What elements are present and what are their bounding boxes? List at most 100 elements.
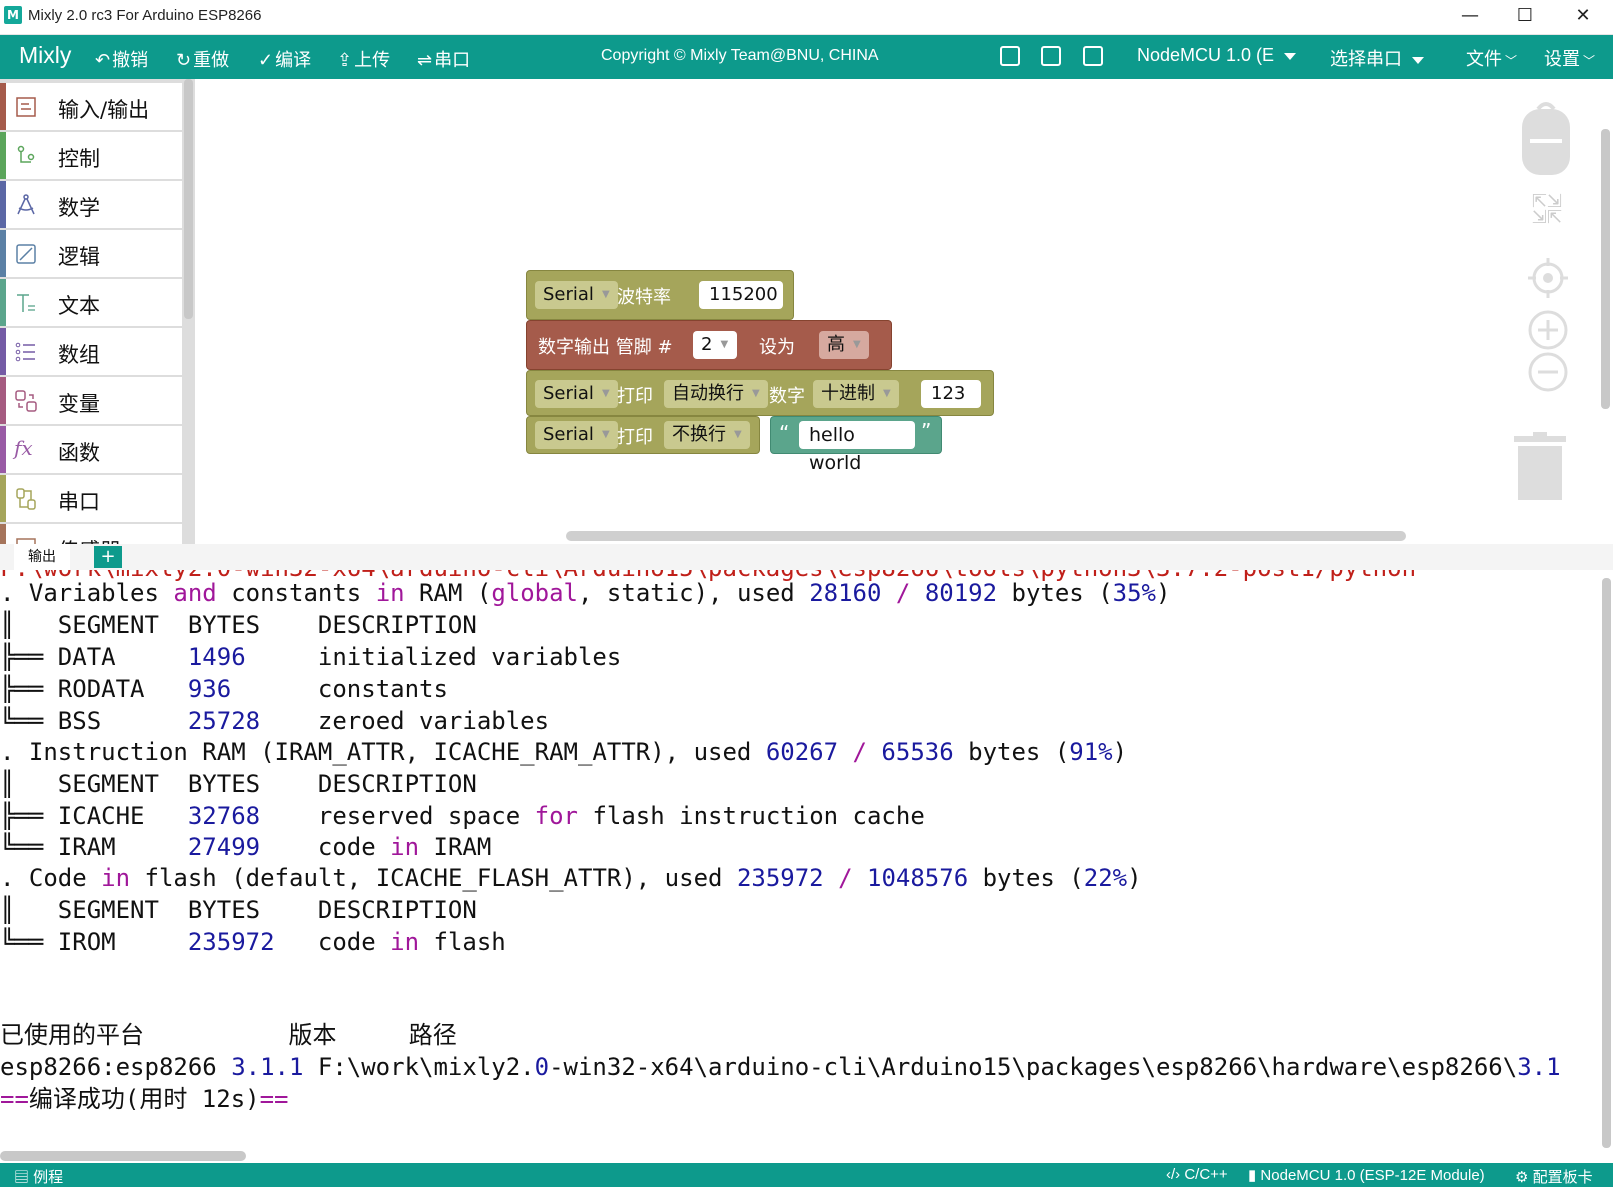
category-io[interactable]: 输入/输出 — [0, 83, 182, 130]
config-board-button[interactable]: ⚙ 配置板卡 — [1515, 1166, 1593, 1187]
port-select[interactable]: 选择串口 — [1330, 45, 1424, 71]
category-array[interactable]: 数组 — [0, 328, 182, 375]
serial-print-block[interactable]: Serial ▼ 打印 不换行 ▼ — [526, 416, 760, 454]
dropdown-arrow-icon: ▼ — [883, 388, 891, 399]
file-menu-label: 文件 — [1466, 49, 1502, 69]
output-tab-bar: 输出 + — [0, 544, 1613, 570]
minimize-button[interactable]: — — [1447, 0, 1493, 34]
category-control[interactable]: 控制 — [0, 132, 182, 179]
serial-dropdown-value: Serial — [543, 284, 594, 305]
level-dropdown-value: 高 — [827, 334, 845, 355]
window-title-bar: M Mixly 2.0 rc3 For Arduino ESP8266 — ☐ … — [0, 0, 1613, 35]
recenter-icon[interactable] — [1528, 258, 1568, 298]
trash-icon[interactable] — [1512, 432, 1568, 500]
baud-input[interactable]: 115200 — [699, 281, 783, 309]
serial-println-block[interactable]: Serial ▼ 打印 自动换行 ▼ 数字 十进制 ▼ 123 — [526, 370, 994, 416]
sidebar-toggle-icon[interactable] — [1041, 46, 1061, 66]
output-line: ╚══ IROM 235972 code in flash — [0, 928, 506, 956]
backpack-icon[interactable] — [1520, 99, 1572, 177]
close-button[interactable]: ✕ — [1560, 0, 1606, 34]
category-text[interactable]: 文本 — [0, 279, 182, 326]
file-icon: ▤ — [14, 1169, 34, 1186]
serial-begin-block[interactable]: Serial ▼ 波特率 115200 — [526, 270, 794, 320]
output-line: . Code in flash (default, ICACHE_FLASH_A… — [0, 864, 1142, 892]
set-to-label: 设为 — [759, 337, 795, 358]
compile-button[interactable]: ✓ 编译 — [258, 46, 311, 72]
category-functions[interactable]: fx 函数 — [0, 426, 182, 473]
workspace-horizontal-scrollbar[interactable] — [566, 531, 1406, 541]
code-panel-icon[interactable] — [1000, 46, 1020, 66]
output-vertical-scrollbar[interactable] — [1602, 578, 1611, 1148]
level-dropdown[interactable]: 高 ▼ — [819, 331, 869, 359]
blockly-workspace[interactable]: Serial ▼ 波特率 115200 数字输出 管脚 # 2 ▼ 设为 高 ▼ Se… — [195, 79, 1613, 544]
text-input[interactable]: hello world — [799, 421, 915, 474]
category-label: 逻辑 — [58, 245, 100, 269]
workspace-vertical-scrollbar[interactable] — [1601, 129, 1610, 409]
category-logic[interactable]: 逻辑 — [0, 230, 182, 277]
output-line: ║ SEGMENT BYTES DESCRIPTION — [0, 611, 477, 639]
tab-output[interactable]: 输出 — [14, 544, 70, 570]
serial-dropdown-value: Serial — [543, 424, 594, 445]
category-serial[interactable]: 串口 — [0, 475, 182, 522]
undo-icon: ↶ — [95, 50, 111, 70]
dropdown-arrow-icon: ▼ — [853, 339, 861, 350]
board-select-value: NodeMCU 1.0 (E — [1137, 45, 1275, 65]
category-sensors[interactable]: 传感器 — [0, 524, 182, 544]
base-dropdown-value: 十进制 — [821, 383, 875, 404]
code-view-icon[interactable] — [1083, 46, 1103, 66]
base-dropdown[interactable]: 十进制 ▼ — [813, 380, 899, 408]
fullscreen-icon[interactable]: ⇱⇲ ⇲⇱ — [1530, 193, 1564, 228]
chevron-down-icon: ﹀ — [1583, 54, 1596, 68]
file-menu[interactable]: 文件 ﹀ — [1466, 45, 1517, 71]
output-horizontal-scrollbar[interactable] — [0, 1151, 246, 1161]
serial-dropdown[interactable]: Serial ▼ — [535, 421, 618, 449]
serial-label: 串口 — [434, 50, 471, 70]
undo-button[interactable]: ↶ 撤销 — [95, 46, 148, 72]
category-label: 数学 — [58, 196, 100, 220]
window-title: Mixly 2.0 rc3 For Arduino ESP8266 — [28, 7, 262, 24]
serial-button[interactable]: ⇌ 串口 — [417, 46, 470, 72]
add-tab-button[interactable]: + — [94, 546, 122, 568]
zoom-out-icon[interactable] — [1528, 352, 1568, 392]
examples-label: 例程 — [33, 1169, 64, 1186]
print-mode-value: 不换行 — [672, 424, 726, 445]
gear-icon: ⚙ — [1515, 1169, 1533, 1186]
category-label: 文本 — [58, 294, 100, 318]
redo-button[interactable]: ↻ 重做 — [176, 46, 229, 72]
settings-menu[interactable]: 设置 ﹀ — [1544, 45, 1595, 71]
upload-button[interactable]: ⇪ 上传 — [337, 46, 390, 72]
digital-write-block[interactable]: 数字输出 管脚 # 2 ▼ 设为 高 ▼ — [526, 320, 892, 370]
main-toolbar: Mixly ↶ 撤销 ↻ 重做 ✓ 编译 ⇪ 上传 ⇌ 串口 Copyright © Mi… — [0, 35, 1613, 79]
examples-button[interactable]: ▤ 例程 — [14, 1166, 63, 1187]
print-mode-dropdown[interactable]: 不换行 ▼ — [664, 421, 750, 449]
category-label: 输入/输出 — [58, 98, 150, 122]
settings-menu-label: 设置 — [1544, 49, 1580, 69]
maximize-button[interactable]: ☐ — [1502, 0, 1548, 34]
serial-dropdown[interactable]: Serial ▼ — [535, 281, 618, 309]
output-line: ╚══ BSS 25728 zeroed variables — [0, 707, 550, 735]
dropdown-arrow-icon: ▼ — [752, 388, 760, 399]
board-select[interactable]: NodeMCU 1.0 (E — [1137, 45, 1297, 66]
text-string-block[interactable]: “ hello world ” — [770, 416, 942, 474]
function-icon: fx — [14, 436, 33, 460]
serial-dropdown[interactable]: Serial ▼ — [535, 380, 618, 408]
sidebar-scrollbar[interactable] — [184, 79, 193, 319]
control-icon — [17, 145, 35, 163]
pin-dropdown[interactable]: 2 ▼ — [693, 331, 737, 359]
baud-label: 波特率 — [617, 287, 671, 308]
chevron-down-icon — [1284, 52, 1297, 60]
number-input[interactable]: 123 — [921, 380, 981, 408]
category-label: 函数 — [58, 441, 100, 465]
digital-write-label: 数字输出 管脚 # — [538, 337, 673, 358]
zoom-in-icon[interactable] — [1528, 310, 1568, 350]
print-mode-dropdown[interactable]: 自动换行 ▼ — [664, 380, 768, 408]
serial-dropdown-value: Serial — [543, 383, 594, 404]
board-indicator: ▮ NodeMCU 1.0 (ESP-12E Module) — [1248, 1166, 1485, 1184]
dropdown-arrow-icon: ▼ — [734, 429, 742, 440]
output-console[interactable]: F:\work\mixly2.0-win32-x64\arduino-cli\A… — [0, 570, 1600, 1162]
output-line: . Instruction RAM (IRAM_ATTR, ICACHE_RAM… — [0, 738, 1128, 766]
category-math[interactable]: 数学 — [0, 181, 182, 228]
mixly-logo-icon: M — [4, 6, 22, 24]
category-label: 串口 — [58, 490, 100, 514]
category-variables[interactable]: 变量 — [0, 377, 182, 424]
